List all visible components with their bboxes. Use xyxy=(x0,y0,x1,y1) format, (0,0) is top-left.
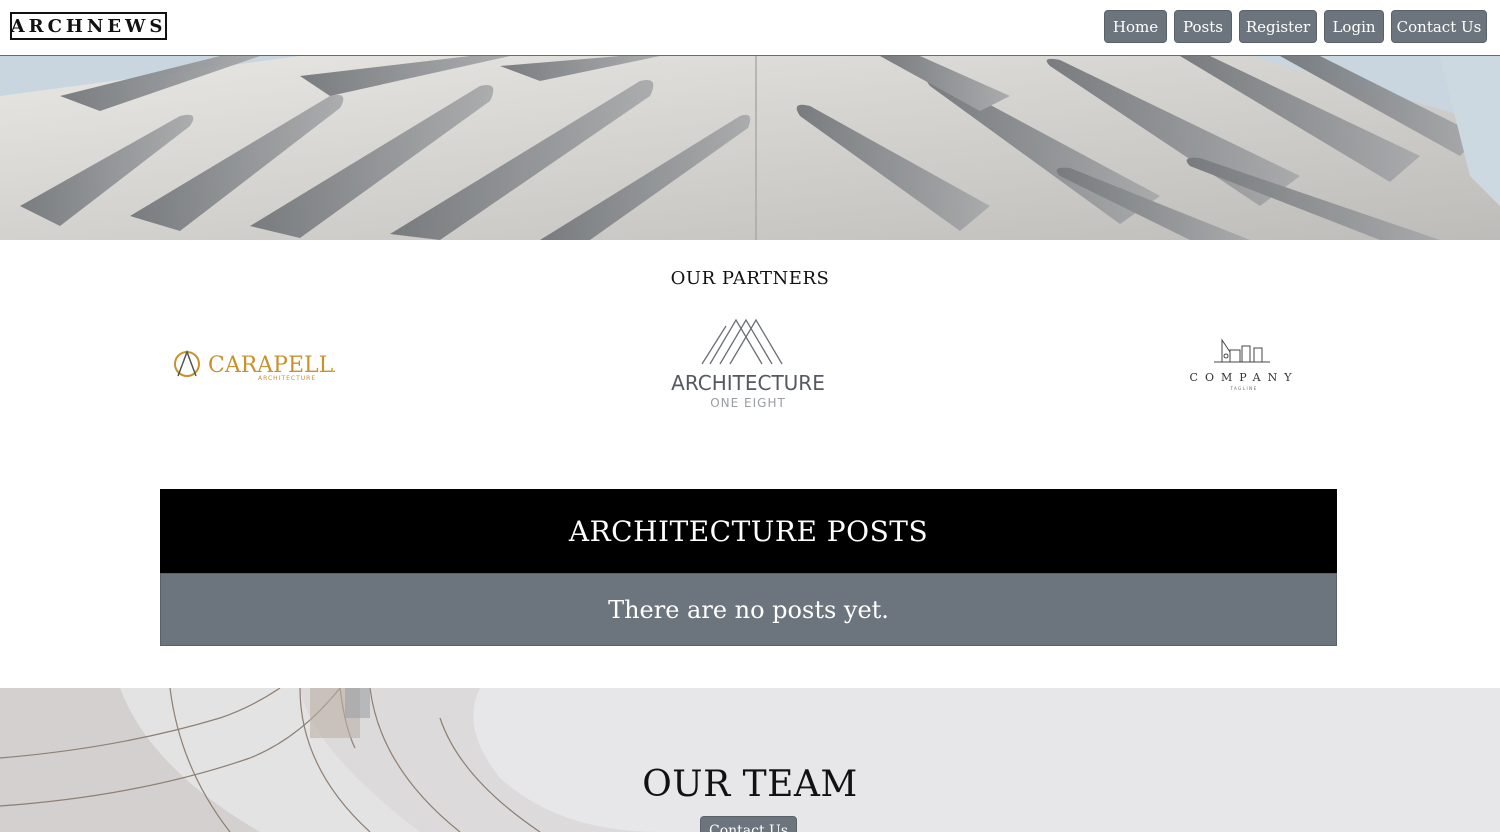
brand-logo[interactable]: ARCHNEWS xyxy=(10,12,167,40)
partner-logo-architecture-one-eight[interactable]: ARCHITECTURE ONE EIGHT xyxy=(662,316,834,412)
nav-register-button[interactable]: Register xyxy=(1239,10,1317,43)
top-navbar: ARCHNEWS Home Posts Register Login Conta… xyxy=(0,0,1500,56)
partner-logo-carapella[interactable]: CARAPELLA ARCHITECTURE xyxy=(170,344,335,384)
architecture-name: ARCHITECTURE xyxy=(671,371,825,395)
team-contact-button[interactable]: Contact Us xyxy=(700,816,797,832)
partner-logo-company[interactable]: COMPANY TAGLINE xyxy=(1184,334,1304,394)
posts-section-heading: ARCHITECTURE POSTS xyxy=(160,489,1337,573)
nav-home-button[interactable]: Home xyxy=(1104,10,1167,43)
team-background-image xyxy=(0,688,1500,832)
nav-posts-button[interactable]: Posts xyxy=(1174,10,1232,43)
hero-banner-image xyxy=(0,56,1500,240)
hero-building-facade xyxy=(0,56,1500,240)
carapella-subtitle: ARCHITECTURE xyxy=(258,375,316,382)
one-eight-subtitle: ONE EIGHT xyxy=(710,396,786,410)
nav-login-button[interactable]: Login xyxy=(1324,10,1384,43)
team-section: OUR TEAM Contact Us xyxy=(0,688,1500,832)
nav-contact-button[interactable]: Contact Us xyxy=(1391,10,1487,43)
company-name: COMPANY xyxy=(1190,371,1299,384)
posts-empty-message: There are no posts yet. xyxy=(160,573,1337,646)
partners-heading: OUR PARTNERS xyxy=(670,268,830,289)
team-heading: OUR TEAM xyxy=(642,764,858,805)
company-tagline: TAGLINE xyxy=(1229,386,1257,391)
